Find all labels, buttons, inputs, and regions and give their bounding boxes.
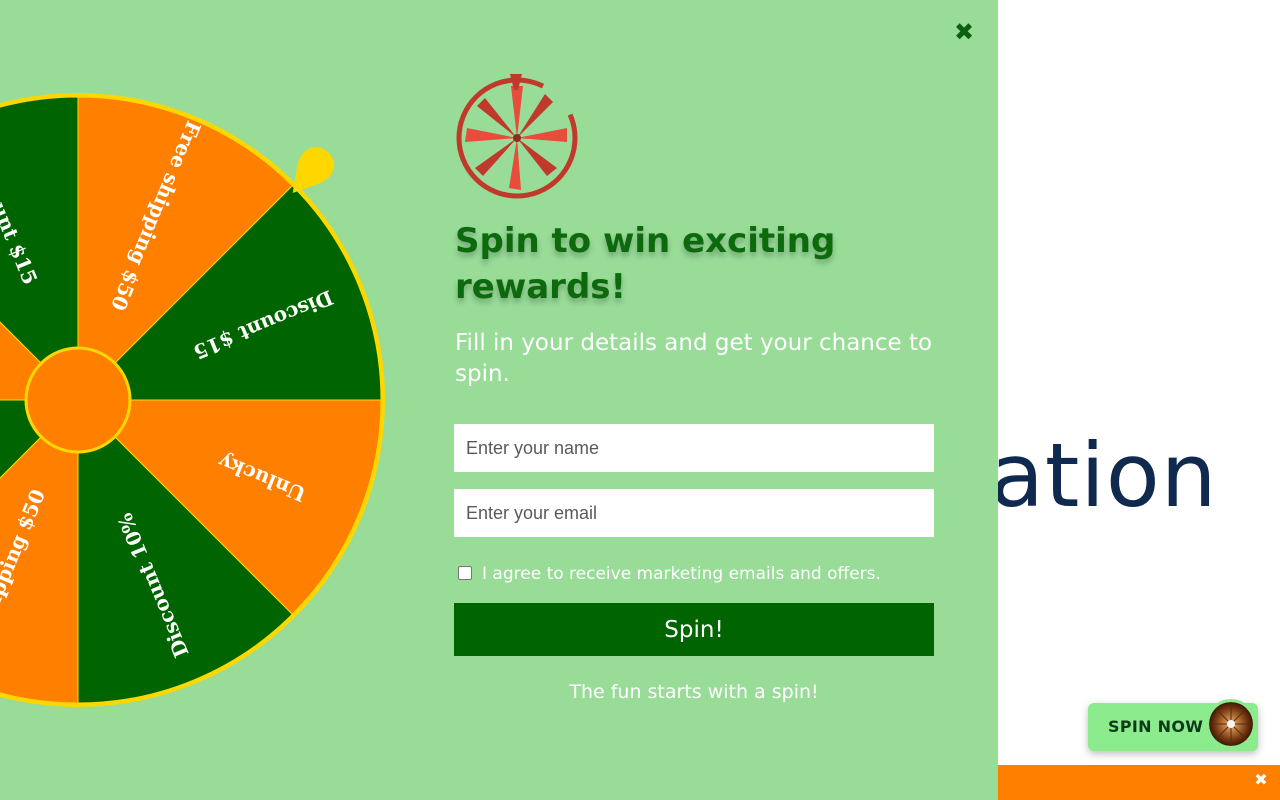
prize-wheel-graphic: Free shipping $50Discount $15UnluckyDisc… — [0, 93, 385, 707]
consent-checkbox[interactable] — [458, 566, 472, 580]
popup-headline: Spin to win exciting rewards! — [455, 221, 836, 307]
consent-label: I agree to receive marketing emails and … — [482, 564, 881, 584]
bottom-banner: ✖ — [998, 765, 1280, 800]
spin-button[interactable]: Spin! — [454, 603, 934, 656]
wheel-hub — [24, 346, 132, 454]
close-icon[interactable]: ✖ — [952, 20, 976, 44]
popup-tagline: The fun starts with a spin! — [569, 681, 819, 703]
spin-now-label: SPIN NOW — [1108, 717, 1204, 736]
spin-wheel-popup: ✖ Free shipping $50 Discount $15 Unlucky Di… — [0, 0, 998, 800]
close-icon[interactable]: ✖ — [1252, 771, 1270, 789]
prize-wheel: Free shipping $50 Discount $15 Unlucky Disc… — [0, 0, 400, 800]
spin-now-button[interactable]: SPIN NOW — [1088, 699, 1258, 751]
email-input[interactable] — [454, 489, 934, 537]
mini-wheel-icon — [1206, 699, 1256, 749]
spin-wheel-logo-icon — [452, 70, 582, 200]
page-heading: ation — [990, 424, 1218, 527]
popup-subtext: Fill in your details and get your chance… — [455, 330, 933, 387]
name-input[interactable] — [454, 424, 934, 472]
